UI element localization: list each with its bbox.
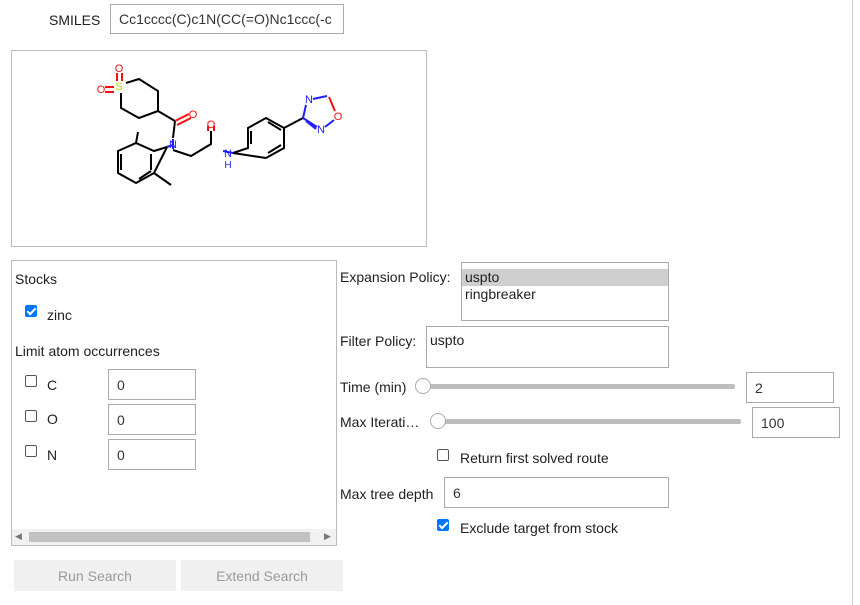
max-tree-depth-label: Max tree depth: [340, 486, 434, 502]
atom-O: O: [207, 119, 216, 131]
atom-c-label: C: [47, 377, 58, 393]
max-iterations-slider-thumb[interactable]: [430, 413, 446, 429]
stocks-title: Stocks: [15, 271, 58, 287]
atom-H: H: [224, 160, 231, 171]
expansion-policy-label: Expansion Policy:: [340, 269, 451, 285]
stocks-panel: Stocks zinc Limit atom occurrences C 0 O…: [11, 260, 337, 546]
atom-o-input[interactable]: 0: [108, 404, 196, 435]
expansion-option-ringbreaker[interactable]: ringbreaker: [462, 286, 668, 303]
atom-O: O: [97, 84, 106, 96]
atom-S: S: [115, 81, 122, 93]
scroll-right-icon[interactable]: ▶: [324, 531, 331, 542]
scrollbar-thumb[interactable]: [29, 532, 310, 542]
molecule-image: S O O O O N N H N O N: [11, 50, 427, 247]
extend-search-button[interactable]: Extend Search: [181, 560, 343, 591]
time-label: Time (min): [340, 379, 407, 395]
max-iterations-label: Max Iterati…: [340, 414, 420, 430]
atom-o-label: O: [47, 411, 58, 427]
limit-atoms-title: Limit atom occurrences: [15, 343, 160, 359]
atom-o-checkbox[interactable]: [25, 410, 37, 422]
expansion-option-uspto[interactable]: uspto: [462, 269, 668, 286]
time-slider[interactable]: [424, 384, 735, 389]
stock-zinc-checkbox[interactable]: [25, 305, 37, 317]
return-first-checkbox[interactable]: [437, 449, 449, 461]
atom-n-input[interactable]: 0: [108, 439, 196, 470]
run-search-button[interactable]: Run Search: [14, 560, 176, 591]
atom-O: O: [189, 109, 198, 121]
filter-policy-select[interactable]: uspto: [426, 326, 669, 368]
atom-N: N: [317, 124, 325, 136]
atom-c-input[interactable]: 0: [108, 369, 196, 400]
stock-zinc-label: zinc: [47, 307, 72, 323]
time-slider-thumb[interactable]: [415, 378, 431, 394]
atom-n-label: N: [47, 447, 58, 463]
atom-O: O: [115, 63, 124, 75]
smiles-label: SMILES: [49, 12, 101, 28]
atom-N: N: [169, 139, 177, 151]
exclude-target-label: Exclude target from stock: [460, 520, 618, 536]
scroll-left-icon[interactable]: ◀: [15, 531, 22, 542]
atom-c-checkbox[interactable]: [25, 375, 37, 387]
atom-N: N: [305, 94, 313, 106]
return-first-label: Return first solved route: [460, 450, 609, 466]
expansion-policy-select[interactable]: uspto ringbreaker: [461, 262, 669, 321]
max-iterations-slider[interactable]: [440, 419, 741, 424]
filter-option-uspto[interactable]: uspto: [427, 332, 668, 349]
horizontal-scrollbar[interactable]: ◀ ▶: [12, 529, 336, 545]
atom-O: O: [334, 111, 343, 123]
exclude-target-checkbox[interactable]: [437, 519, 449, 531]
smiles-input[interactable]: Cc1cccc(C)c1N(CC(=O)Nc1ccc(-c: [110, 4, 344, 34]
max-tree-depth-input[interactable]: 6: [444, 477, 669, 508]
atom-n-checkbox[interactable]: [25, 445, 37, 457]
divider: [852, 0, 853, 605]
time-input[interactable]: 2: [746, 372, 834, 403]
max-iterations-input[interactable]: 100: [752, 407, 840, 438]
molecule-structure: S O O O O N N H N O N: [97, 63, 343, 186]
atom-N: N: [224, 148, 232, 160]
filter-policy-label: Filter Policy:: [340, 333, 417, 349]
